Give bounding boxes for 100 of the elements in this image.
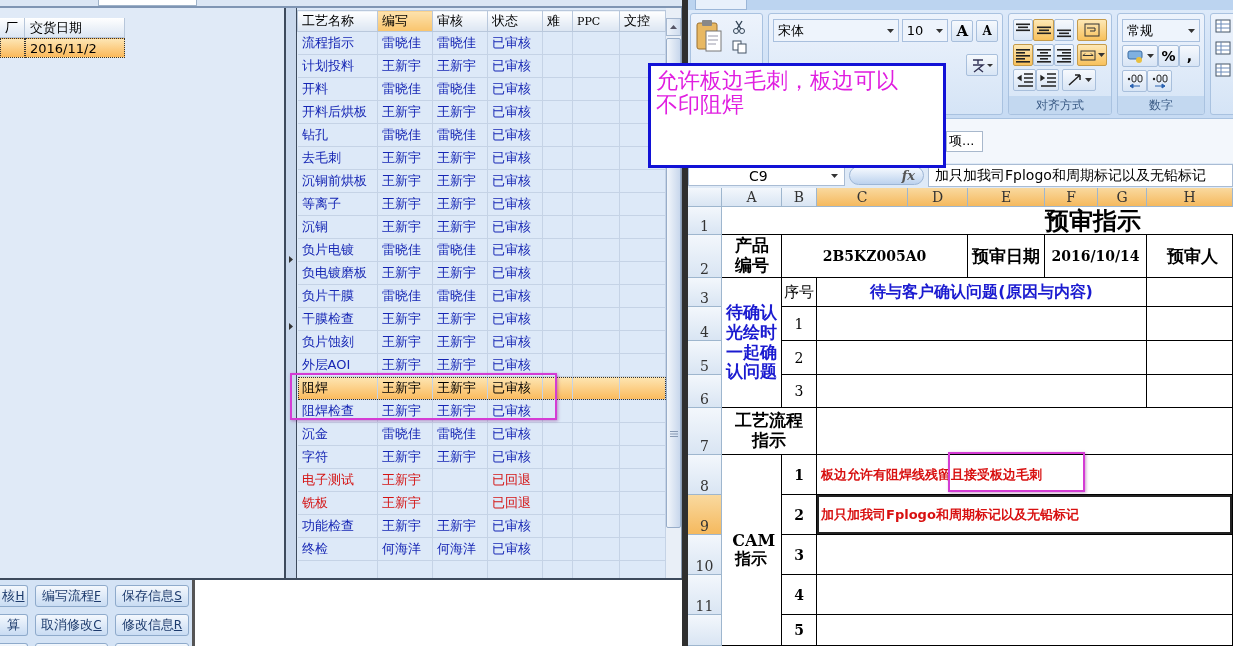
table-cell: 已回退 — [487, 491, 543, 515]
action-button[interactable]: 取消修改C — [35, 614, 108, 636]
row-header[interactable]: 8 — [688, 455, 722, 495]
row-header[interactable]: 7 — [688, 408, 722, 455]
align-middle-icon — [1035, 25, 1052, 35]
formula-field[interactable]: 加只加我司Fplogo和周期标记以及无铅标记 — [928, 164, 1233, 187]
column-header[interactable]: 审核 — [432, 10, 488, 32]
table-style-icon[interactable] — [1215, 63, 1231, 77]
orientation-button[interactable] — [1062, 69, 1096, 91]
column-header[interactable]: PPC — [572, 10, 620, 32]
copy-icon[interactable] — [732, 40, 747, 54]
input-field[interactable] — [98, 0, 197, 6]
table-cell: 王新宇 — [377, 192, 433, 216]
splitter-arrow-icon[interactable] — [289, 323, 293, 330]
table-cell: 阻焊 — [297, 376, 378, 400]
align-button[interactable] — [1033, 19, 1054, 41]
increase-decimal-button[interactable] — [1122, 70, 1147, 92]
sheet-cell: 2B5KZ005A0 — [822, 248, 927, 264]
align-left-icon — [1015, 47, 1032, 63]
action-button[interactable]: 保存信息S — [115, 585, 189, 607]
column-header: 交货日期 — [25, 18, 125, 38]
splitter-arrow-icon[interactable] — [289, 256, 293, 263]
scroll-up-button[interactable] — [666, 18, 681, 36]
paste-icon[interactable] — [695, 19, 723, 55]
currency-button[interactable] — [1122, 45, 1158, 67]
number-format-field[interactable]: 常规 — [1122, 19, 1200, 42]
grow-font-button[interactable]: A — [951, 19, 974, 42]
column-header[interactable]: H — [1147, 188, 1233, 207]
align-button[interactable] — [1033, 44, 1054, 66]
column-header[interactable]: 工艺名称 — [297, 10, 378, 32]
scissors-icon[interactable] — [732, 20, 746, 34]
row-header[interactable]: 10 — [688, 535, 722, 575]
diagonal-arrow-icon — [1066, 73, 1083, 87]
table-cell: 已审核 — [487, 123, 543, 147]
row-header[interactable]: 2 — [688, 235, 722, 278]
column-header[interactable]: F — [1045, 188, 1098, 207]
table-cell: 负片电镀 — [297, 238, 378, 262]
table-cell: 王新宇 — [432, 330, 488, 354]
align-top-icon — [1015, 22, 1032, 32]
column-header[interactable]: E — [968, 188, 1045, 207]
font-size-field[interactable]: 10 — [901, 19, 949, 42]
action-button[interactable]: 修改信息R — [115, 614, 189, 636]
table-cell: 雷晓佳 — [432, 284, 488, 308]
row-header[interactable]: 4 — [688, 307, 722, 341]
column-header[interactable]: D — [908, 188, 968, 207]
decrease-decimal-button[interactable] — [1147, 70, 1172, 92]
table-cell: 王新宇 — [377, 353, 433, 377]
column-header[interactable]: C — [817, 188, 908, 207]
action-button[interactable]: 编写流程F — [35, 585, 108, 607]
sheet-cell: 2 — [794, 506, 804, 523]
table-cell: 王新宇 — [432, 445, 488, 469]
row-header[interactable]: 9 — [688, 495, 722, 535]
shrink-font-button[interactable]: A — [976, 19, 998, 42]
outdent-icon — [1016, 73, 1033, 87]
table-cell: 开料 — [297, 77, 378, 101]
row-header[interactable]: 3 — [688, 278, 722, 307]
row-header[interactable]: 1 — [688, 207, 722, 235]
increase-indent-button[interactable] — [1036, 69, 1059, 91]
sheet-cell: 5 — [794, 622, 804, 638]
action-button[interactable]: 核H — [0, 585, 28, 607]
table-cell: 已审核 — [487, 100, 543, 124]
table-cell: 流程指示 — [297, 31, 378, 55]
row-header[interactable]: 11 — [688, 575, 722, 615]
font-name-field[interactable]: 宋体 — [773, 19, 899, 42]
column-header[interactable]: B — [782, 188, 817, 207]
column-header[interactable]: 难 — [542, 10, 573, 32]
align-button[interactable] — [1053, 19, 1075, 41]
table-cell: 雷晓佳 — [377, 284, 433, 308]
align-button[interactable] — [1053, 44, 1075, 66]
table-cell: 已审核 — [487, 31, 543, 55]
align-button[interactable] — [1013, 19, 1034, 41]
row-header[interactable]: 5 — [688, 341, 722, 375]
row-header[interactable]: 6 — [688, 375, 722, 408]
align-button[interactable] — [1077, 44, 1107, 66]
caret-icon — [1146, 54, 1154, 58]
column-header[interactable]: 文控 — [619, 10, 666, 32]
action-button[interactable]: 算 — [0, 614, 28, 636]
column-header[interactable]: G — [1098, 188, 1147, 207]
options-button[interactable]: 项... — [946, 130, 984, 152]
decrease-indent-button[interactable] — [1013, 69, 1036, 91]
table-cell: 王新宇 — [377, 491, 433, 515]
table-cell: 钻孔 — [297, 123, 378, 147]
column-header[interactable]: A — [722, 188, 782, 207]
caret-icon — [1188, 28, 1195, 33]
table-cell: 阻焊检查 — [297, 399, 378, 423]
column-header[interactable]: 状态 — [487, 10, 543, 32]
table-row[interactable] — [0, 38, 25, 58]
table-style-icon[interactable] — [1215, 19, 1231, 33]
table-cell: 字符 — [297, 445, 378, 469]
table-style-icon[interactable] — [1215, 41, 1231, 55]
number-style-button[interactable]: % — [1158, 45, 1179, 67]
sheet-cell: 2 — [794, 349, 804, 366]
table-cell: 王新宇 — [377, 514, 433, 538]
column-header[interactable]: 编写 — [377, 10, 433, 32]
grip-icon — [669, 431, 678, 437]
align-button[interactable] — [1013, 44, 1034, 66]
phonetic-button[interactable] — [966, 54, 998, 76]
table-cell: 何海洋 — [432, 537, 488, 561]
number-style-button[interactable]: , — [1179, 45, 1200, 67]
money-icon — [1126, 49, 1145, 63]
